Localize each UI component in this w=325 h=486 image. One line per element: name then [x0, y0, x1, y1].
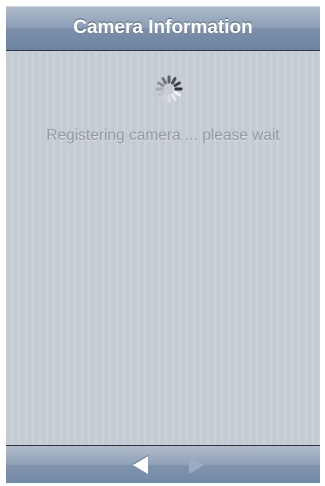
page-title: Camera Information [73, 17, 253, 38]
forward-arrow-icon [188, 456, 204, 474]
content-area: Registering camera ... please wait [6, 51, 320, 445]
navigation-bar: Camera Information [6, 6, 320, 51]
activity-indicator-icon [155, 75, 183, 103]
back-button[interactable] [127, 452, 153, 478]
bottom-toolbar [6, 445, 320, 483]
status-message: Registering camera ... please wait [46, 127, 280, 144]
back-arrow-icon [132, 456, 148, 474]
forward-button[interactable] [183, 452, 209, 478]
app-screen: Camera Information Registering camera ..… [6, 6, 320, 483]
